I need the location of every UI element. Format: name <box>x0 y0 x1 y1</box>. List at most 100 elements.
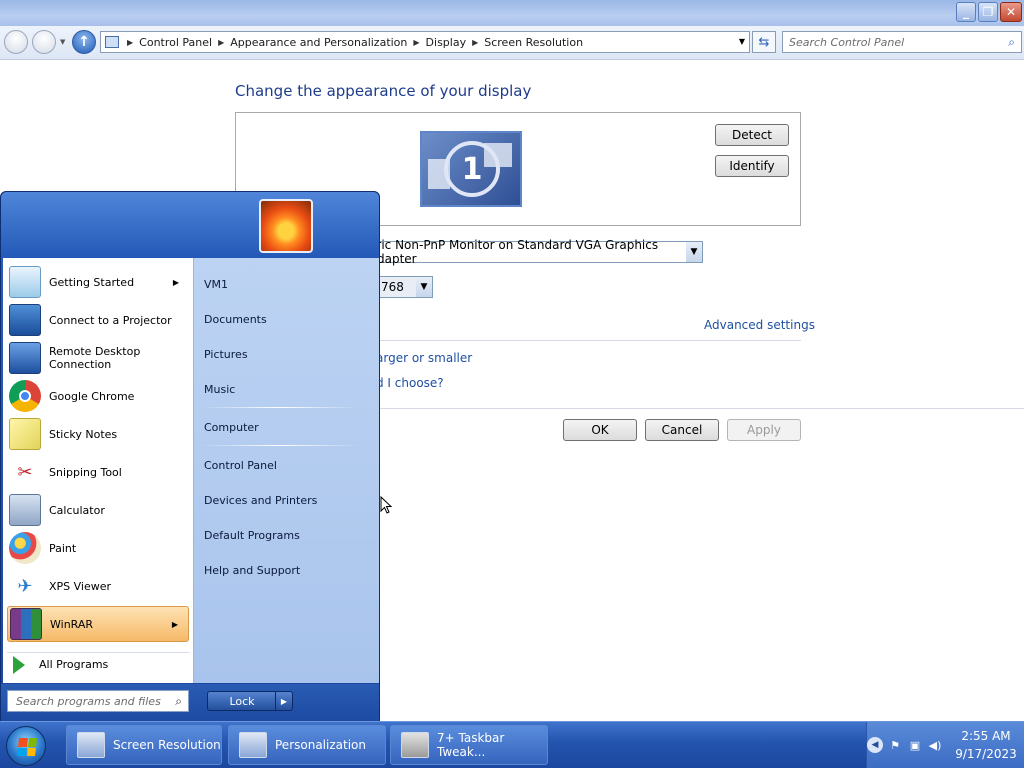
apply-button[interactable]: Apply <box>727 419 801 441</box>
caption-buttons: _ ❐ ✕ <box>954 2 1022 22</box>
start-menu-places: VM1 Documents Pictures Music Computer Co… <box>193 258 379 683</box>
task-personalization[interactable]: Personalization <box>228 725 386 765</box>
refresh-button[interactable]: ⇆ <box>752 31 776 53</box>
breadcrumb-display[interactable]: Display <box>426 36 467 49</box>
display-select-value: eric Non-PnP Monitor on Standard VGA Gra… <box>369 238 659 266</box>
breadcrumb-separator-icon: ▶ <box>218 37 225 47</box>
program-paint[interactable]: Paint <box>7 530 189 566</box>
navigation-bar: ▼ ↑ ▶ Control Panel ▶ Appearance and Per… <box>0 26 1024 60</box>
remote-desktop-icon <box>9 342 41 374</box>
place-computer[interactable]: Computer <box>204 421 259 434</box>
program-connect-projector[interactable]: Connect to a Projector <box>7 302 189 338</box>
refresh-icon: ⇆ <box>758 34 770 50</box>
start-button[interactable] <box>6 726 46 766</box>
place-pictures[interactable]: Pictures <box>204 348 248 361</box>
program-remote-desktop[interactable]: Remote Desktop Connection <box>7 340 189 376</box>
breadcrumb-appearance[interactable]: Appearance and Personalization <box>230 36 407 49</box>
start-search-input[interactable]: Search programs and files ⌕ <box>7 690 189 712</box>
chevron-right-icon: ▶ <box>172 277 179 287</box>
up-button[interactable]: ↑ <box>72 30 96 54</box>
recent-pages-icon[interactable]: ▼ <box>60 38 65 46</box>
network-icon[interactable]: ▣ <box>907 737 923 753</box>
program-snipping-tool[interactable]: ✂ Snipping Tool <box>7 454 189 490</box>
address-dropdown-icon[interactable]: ▼ <box>739 37 745 46</box>
search-icon[interactable]: ⌕ <box>175 694 182 709</box>
breadcrumb-screen-resolution[interactable]: Screen Resolution <box>484 36 583 49</box>
program-sticky-notes[interactable]: Sticky Notes <box>7 416 189 452</box>
identify-button[interactable]: Identify <box>715 155 789 177</box>
task-label: Screen Resolution <box>113 738 221 752</box>
place-music[interactable]: Music <box>204 383 235 396</box>
monitor-icon[interactable]: 1 <box>420 131 522 207</box>
tweaker-icon <box>401 732 429 758</box>
minimize-button[interactable]: _ <box>956 2 976 22</box>
address-bar[interactable]: ▶ Control Panel ▶ Appearance and Persona… <box>100 31 750 53</box>
program-xps-viewer[interactable]: ✈ XPS Viewer <box>7 568 189 604</box>
lock-button[interactable]: Lock ▶ <box>207 691 293 711</box>
forward-button[interactable] <box>32 30 56 54</box>
task-screen-resolution[interactable]: Screen Resolution <box>66 725 222 765</box>
search-box[interactable]: Search Control Panel ⌕ <box>782 31 1022 53</box>
arrow-right-icon <box>13 655 25 674</box>
place-devices-printers[interactable]: Devices and Printers <box>204 494 317 507</box>
detect-button[interactable]: Detect <box>715 124 789 146</box>
places-separator <box>200 445 360 446</box>
taskbar: Screen Resolution Personalization 7+ Tas… <box>0 721 1024 768</box>
chevron-down-icon[interactable]: ▼ <box>416 277 432 297</box>
start-menu-footer: Search programs and files ⌕ Lock ▶ <box>1 684 379 722</box>
projector-icon <box>9 304 41 336</box>
action-center-icon[interactable]: ⚑ <box>887 737 903 753</box>
program-label: Getting Started <box>49 275 135 289</box>
place-help-support[interactable]: Help and Support <box>204 564 300 577</box>
close-button[interactable]: ✕ <box>1000 2 1022 22</box>
program-getting-started[interactable]: Getting Started ▶ <box>7 264 189 300</box>
place-default-programs[interactable]: Default Programs <box>204 529 300 542</box>
places-separator <box>200 407 360 408</box>
program-label: Sticky Notes <box>49 427 118 441</box>
window-titlebar: _ ❐ ✕ <box>0 0 1024 26</box>
place-control-panel[interactable]: Control Panel <box>204 459 277 472</box>
snipping-tool-icon: ✂ <box>17 461 33 483</box>
user-avatar[interactable] <box>259 199 313 253</box>
clock-date: 9/17/2023 <box>955 747 1017 761</box>
advanced-settings-link[interactable]: Advanced settings <box>704 318 815 332</box>
program-label: Paint <box>49 541 77 555</box>
ok-button[interactable]: OK <box>563 419 637 441</box>
chevron-down-icon[interactable]: ▼ <box>686 242 702 262</box>
sticky-notes-icon <box>9 418 41 450</box>
breadcrumb-separator-icon: ▶ <box>413 37 420 47</box>
chevron-right-icon: ▶ <box>171 619 178 629</box>
calculator-icon <box>9 494 41 526</box>
all-programs-button[interactable]: All Programs <box>7 652 189 676</box>
start-menu-header <box>1 192 379 258</box>
task-label: Personalization <box>275 738 366 752</box>
page-title: Change the appearance of your display <box>235 82 532 100</box>
which-settings-link[interactable]: d I choose? <box>376 376 444 390</box>
display-select[interactable]: eric Non-PnP Monitor on Standard VGA Gra… <box>360 238 703 266</box>
place-vm1[interactable]: VM1 <box>204 278 228 291</box>
clock[interactable]: 2:55 AM 9/17/2023 <box>949 727 1023 763</box>
divider <box>380 408 1024 409</box>
program-google-chrome[interactable]: Google Chrome <box>7 378 189 414</box>
program-winrar[interactable]: WinRAR ▶ <box>7 606 189 642</box>
resolution-select-value: 768 <box>381 280 404 294</box>
program-list: Getting Started ▶ Connect to a Projector… <box>3 258 193 683</box>
monitor-icon <box>77 732 105 758</box>
task-taskbar-tweaker[interactable]: 7+ Taskbar Tweak... <box>390 725 548 765</box>
volume-icon[interactable]: ◀) <box>927 737 943 753</box>
cancel-button[interactable]: Cancel <box>645 419 719 441</box>
show-hidden-icons-icon[interactable]: ◀ <box>867 737 883 753</box>
place-documents[interactable]: Documents <box>204 313 267 326</box>
back-button[interactable] <box>4 30 28 54</box>
control-panel-icon <box>105 36 119 48</box>
breadcrumb-control-panel[interactable]: Control Panel <box>139 36 212 49</box>
mouse-pointer-icon <box>380 496 393 514</box>
program-label: Remote Desktop Connection <box>49 345 141 371</box>
search-icon[interactable]: ⌕ <box>1008 35 1015 50</box>
power-options-arrow-icon[interactable]: ▶ <box>275 692 292 710</box>
lock-label: Lock <box>229 694 255 708</box>
program-calculator[interactable]: Calculator <box>7 492 189 528</box>
text-size-link[interactable]: arger or smaller <box>376 351 472 365</box>
maximize-button[interactable]: ❐ <box>978 2 998 22</box>
xps-viewer-icon: ✈ <box>17 575 33 597</box>
